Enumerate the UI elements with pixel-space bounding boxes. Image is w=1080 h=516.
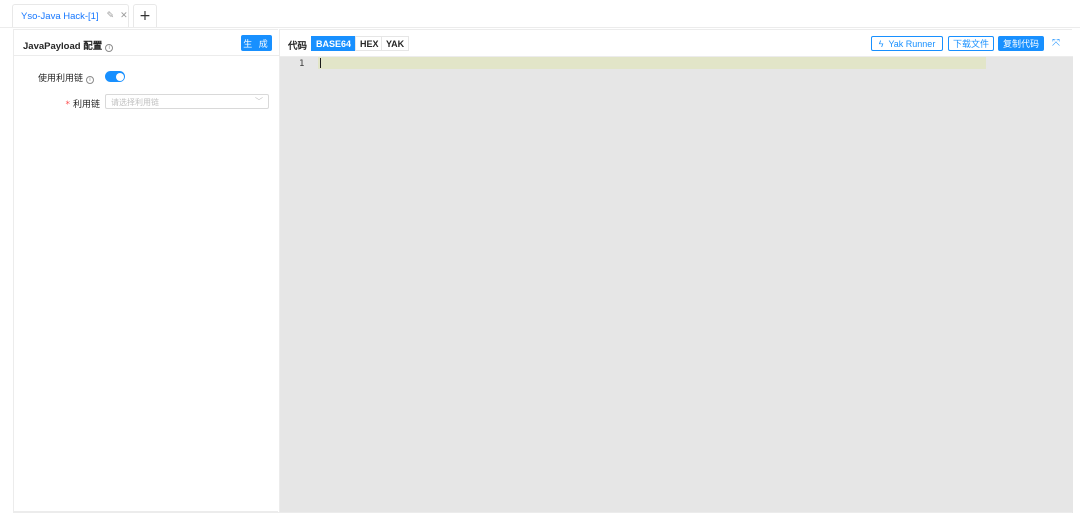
use-chain-toggle[interactable]: [105, 71, 125, 82]
chevron-down-icon: ﹀: [255, 97, 263, 106]
code-header: 代码 BASE64 HEX YAK ϟ Yak Runner 下载文件 复制代码 …: [280, 30, 1073, 57]
info-icon[interactable]: i: [105, 44, 114, 52]
code-label: 代码: [288, 41, 308, 52]
text-cursor: [320, 58, 321, 68]
code-editor[interactable]: 1: [280, 57, 1073, 513]
close-icon[interactable]: ✕: [120, 11, 128, 21]
copy-code-button[interactable]: 复制代码: [998, 36, 1044, 51]
tab-bar: Yso-Java Hack-[1] ✎ ✕ +: [0, 0, 1080, 28]
download-file-button[interactable]: 下载文件: [948, 36, 994, 51]
format-hex-button[interactable]: HEX: [355, 36, 384, 51]
line-number: 1: [299, 59, 305, 69]
active-line-highlight: [318, 57, 986, 69]
payload-config-title: JavaPayload 配置 i: [23, 38, 114, 52]
add-tab-button[interactable]: +: [133, 4, 157, 27]
bottom-border: [13, 512, 1072, 513]
chain-label: * 利用链: [65, 97, 100, 110]
chain-label-text: 利用链: [72, 100, 100, 110]
use-chain-row: 使用利用链 i: [14, 70, 279, 84]
editor-gutter: 1: [280, 57, 318, 513]
yak-runner-button[interactable]: ϟ Yak Runner: [871, 36, 943, 51]
tab-bar-divider: [0, 27, 1080, 28]
chain-row: * 利用链 请选择利用链 ﹀: [14, 94, 279, 110]
lightning-icon: ϟ: [878, 38, 884, 49]
chain-select[interactable]: 请选择利用链 ﹀: [105, 94, 269, 109]
format-yak-button[interactable]: YAK: [381, 36, 410, 51]
payload-config-panel: JavaPayload 配置 i 生 成 使用利用链 i * 利用链 请选择利用链 ﹀: [13, 29, 279, 512]
payload-config-title-text: JavaPayload 配置: [23, 41, 103, 52]
payload-config-header: JavaPayload 配置 i 生 成: [14, 30, 279, 56]
required-mark: *: [65, 100, 70, 110]
generate-button[interactable]: 生 成: [241, 35, 272, 51]
use-chain-label: 使用利用链 i: [38, 71, 94, 84]
toggle-knob: [115, 72, 124, 81]
tab-yso-java-hack[interactable]: Yso-Java Hack-[1] ✎ ✕: [12, 4, 129, 27]
info-icon[interactable]: i: [86, 76, 94, 84]
tab-title: Yso-Java Hack-[1]: [21, 10, 99, 22]
code-panel: 代码 BASE64 HEX YAK ϟ Yak Runner 下载文件 复制代码 …: [279, 29, 1073, 513]
fullscreen-icon[interactable]: ⤧: [1052, 38, 1060, 49]
format-base64-button[interactable]: BASE64: [311, 36, 357, 51]
use-chain-label-text: 使用利用链: [37, 74, 83, 84]
edit-icon[interactable]: ✎: [107, 11, 115, 21]
chain-select-placeholder: 请选择利用链: [111, 98, 159, 107]
yak-runner-label: Yak Runner: [888, 38, 936, 49]
